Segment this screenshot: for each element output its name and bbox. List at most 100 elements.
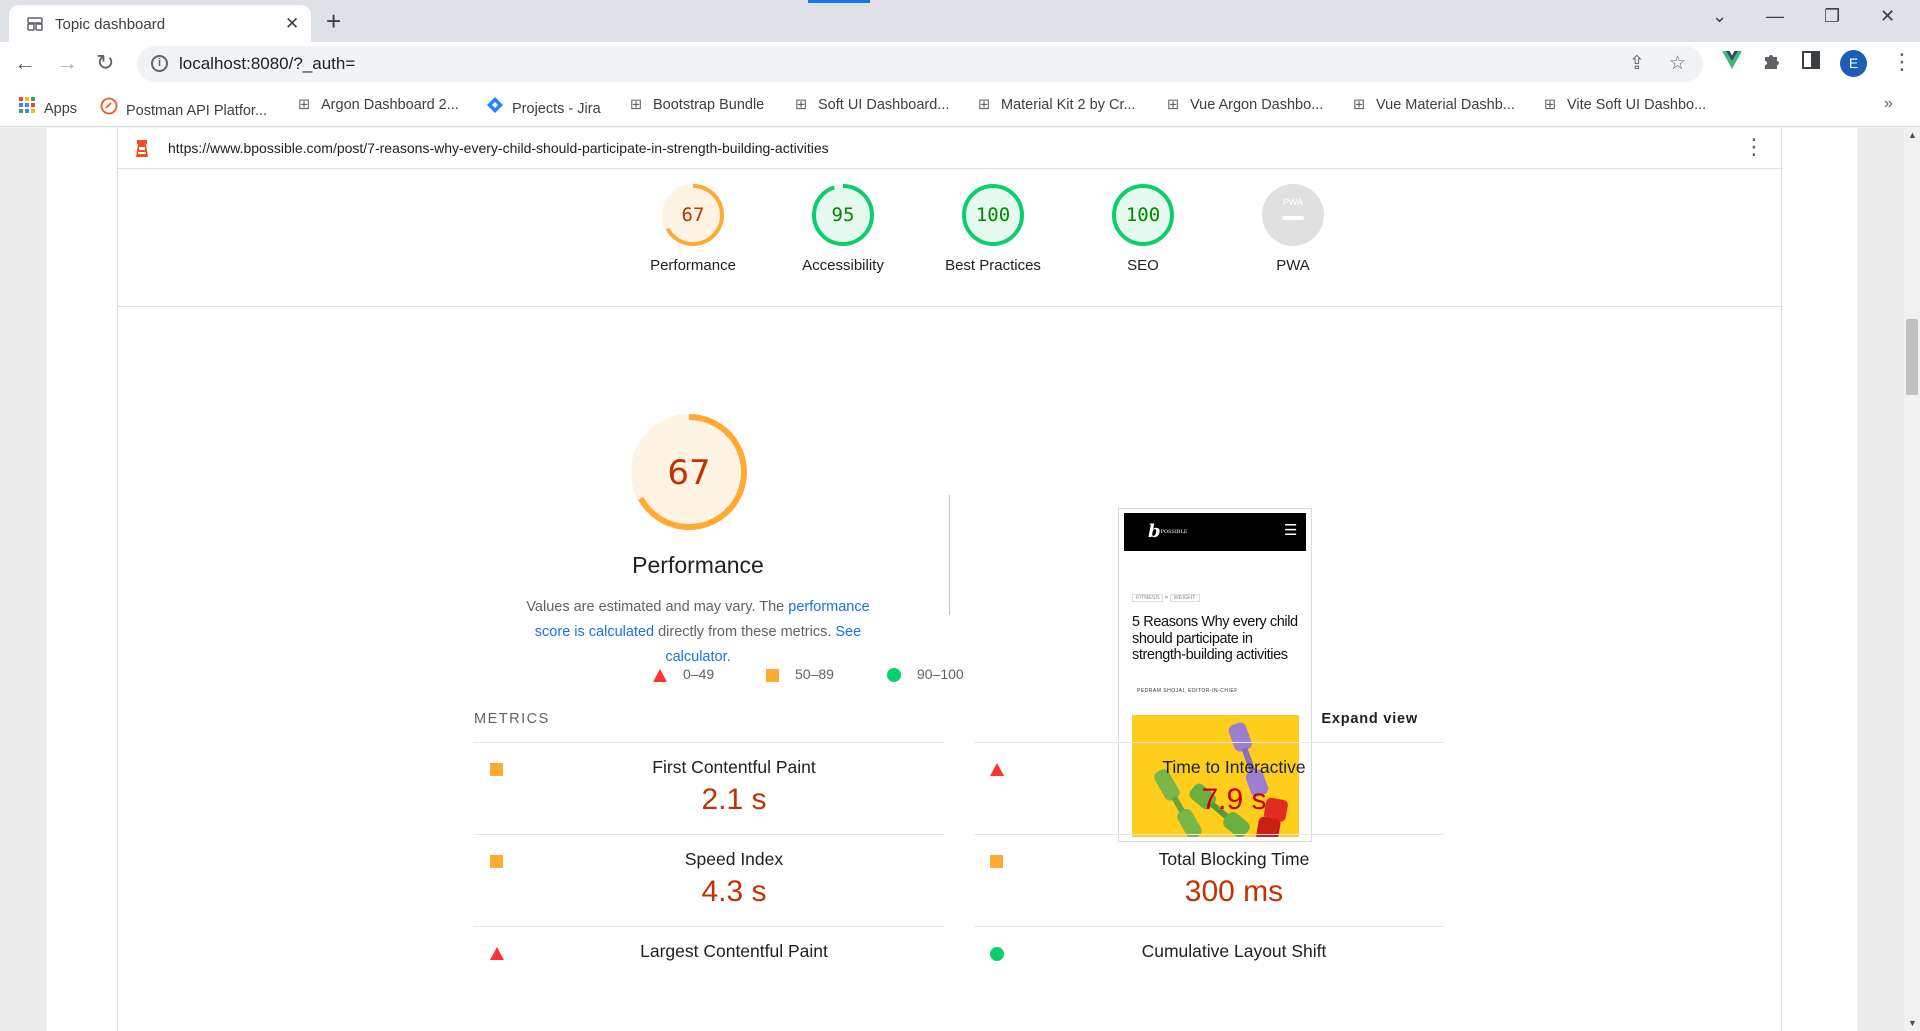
- extensions-puzzle-icon[interactable]: [1762, 51, 1782, 76]
- report-url-bar: https://www.bpossible.com/post/7-reasons…: [118, 128, 1783, 169]
- gauge-seo[interactable]: 100 SEO: [1068, 169, 1218, 274]
- expand-view-toggle[interactable]: Expand view: [1321, 711, 1418, 727]
- performance-section: 67 Performance Values are estimated and …: [118, 308, 1783, 1031]
- fail-triangle-icon: [990, 763, 1004, 776]
- bookmark-label: Postman API Platfor...: [126, 103, 268, 119]
- performance-description: Values are estimated and may vary. The p…: [508, 595, 888, 670]
- scroll-down-arrow-icon[interactable]: ▼: [1908, 1018, 1917, 1028]
- bookmark-label: Vue Material Dashb...: [1376, 97, 1515, 113]
- gauge-label: SEO: [1127, 257, 1159, 274]
- bookmark-material-kit[interactable]: ⊞ Material Kit 2 by Cr...: [975, 97, 1136, 113]
- minimize-icon[interactable]: —: [1766, 6, 1784, 27]
- tab-close-icon[interactable]: ✕: [285, 14, 299, 34]
- scroll-up-arrow-icon[interactable]: ▲: [1908, 130, 1917, 140]
- page-scrollbar[interactable]: ▲ ▼: [1904, 128, 1920, 1031]
- site-info-icon[interactable]: i: [151, 55, 168, 72]
- gauge-score: 67: [682, 204, 705, 226]
- bookmark-label: Projects - Jira: [512, 101, 601, 117]
- metric-value: 7.9 s: [1201, 783, 1267, 816]
- back-arrow-icon[interactable]: ←: [14, 50, 36, 76]
- browser-tab[interactable]: Topic dashboard ✕: [9, 5, 311, 42]
- screenshot-article-title: 5 Reasons Why every child should partici…: [1132, 614, 1298, 663]
- bookmark-label: Vite Soft UI Dashbo...: [1567, 97, 1707, 113]
- restore-icon[interactable]: ❐: [1824, 6, 1840, 27]
- gauge-label: Best Practices: [945, 257, 1041, 274]
- logo-wordmark: POSSIBLE: [1160, 529, 1188, 535]
- audited-page-url[interactable]: https://www.bpossible.com/post/7-reasons…: [168, 140, 829, 156]
- logo-letter: b: [1148, 521, 1161, 542]
- tab-strip: Topic dashboard ✕ + ⌄ — ❐ ✕: [0, 0, 1920, 42]
- bookmark-star-icon[interactable]: ☆: [1669, 52, 1686, 75]
- side-panel-icon[interactable]: [1802, 51, 1820, 74]
- fail-triangle-icon: [653, 668, 667, 682]
- average-square-icon: [490, 763, 503, 776]
- vue-devtools-icon[interactable]: [1722, 51, 1742, 74]
- address-bar[interactable]: i localhost:8080/?_auth= ⇪ ☆: [137, 46, 1703, 82]
- bookmark-vue-material[interactable]: ⊞ Vue Material Dashb...: [1350, 97, 1515, 113]
- gauge-pwa[interactable]: PWA PWA: [1218, 169, 1368, 274]
- metric-lcp: Largest Contentful Paint: [474, 926, 944, 1018]
- browser-menu-icon[interactable]: ⋮: [1891, 49, 1913, 75]
- close-window-icon[interactable]: ✕: [1880, 6, 1895, 27]
- gauge-accessibility[interactable]: 95 Accessibility: [768, 169, 918, 274]
- tab-search-chevron-icon[interactable]: ⌄: [1712, 6, 1727, 27]
- lighthouse-report: https://www.bpossible.com/post/7-reasons…: [117, 128, 1783, 1031]
- gauge-best-practices[interactable]: 100 Best Practices: [918, 169, 1068, 274]
- bookmark-label: Apps: [44, 101, 78, 117]
- bookmark-soft-ui[interactable]: ⊞ Soft UI Dashboard...: [792, 97, 949, 113]
- lighthouse-icon: [133, 138, 151, 163]
- bookmark-argon[interactable]: ⊞ Argon Dashboard 2...: [295, 97, 459, 113]
- tab-title: Topic dashboard: [55, 16, 166, 33]
- screenshot-breadcrumb: FITNESS > WEIGHT: [1132, 594, 1200, 602]
- bookmark-apps[interactable]: Apps: [18, 97, 77, 117]
- bookmark-label: Material Kit 2 by Cr...: [1001, 97, 1136, 113]
- bookmark-label: Vue Argon Dashbo...: [1190, 97, 1324, 113]
- apps-grid-icon: [18, 97, 36, 117]
- pwa-badge-text: PWA: [1283, 197, 1303, 207]
- profile-avatar[interactable]: E: [1840, 50, 1867, 77]
- bookmark-vite-soft-ui[interactable]: ⊞ Vite Soft UI Dashbo...: [1541, 97, 1706, 113]
- pass-circle-icon: [990, 947, 1004, 961]
- legend-range: 90–100: [917, 666, 964, 682]
- site-icon: ⊞: [977, 97, 991, 113]
- metric-value: 4.3 s: [701, 875, 767, 908]
- legend-range: 50–89: [795, 666, 834, 682]
- metric-value: 2.1 s: [701, 783, 767, 816]
- metric-tbt: Total Blocking Time 300 ms: [974, 834, 1444, 926]
- metric-value: 300 ms: [1184, 875, 1284, 908]
- report-menu-icon[interactable]: ⋮: [1743, 134, 1765, 160]
- legend-pass: 90–100: [887, 666, 964, 683]
- site-icon: ⊞: [1543, 97, 1557, 113]
- scrollbar-thumb[interactable]: [1906, 319, 1918, 395]
- gauge-label: Performance: [650, 257, 736, 274]
- fail-triangle-icon: [490, 947, 504, 960]
- screenshot-author: PEDRAM SHOJAI, EDITOR-IN-CHIEF: [1137, 688, 1238, 694]
- pass-circle-icon: [887, 668, 901, 683]
- legend-fail: 0–49: [653, 666, 714, 682]
- new-tab-icon[interactable]: +: [326, 6, 341, 37]
- bookmark-vue-argon[interactable]: ⊞ Vue Argon Dashbo...: [1164, 97, 1323, 113]
- metric-cls: Cumulative Layout Shift: [974, 926, 1444, 1018]
- address-url[interactable]: localhost:8080/?_auth=: [179, 54, 355, 74]
- bookmarks-overflow-icon[interactable]: »: [1884, 95, 1893, 113]
- crumb-item: FITNESS: [1132, 594, 1164, 602]
- site-logo: bPOSSIBLE: [1148, 521, 1187, 542]
- forward-arrow-icon[interactable]: →: [56, 50, 78, 76]
- metric-name: Time to Interactive: [1162, 757, 1306, 777]
- average-square-icon: [990, 855, 1003, 868]
- bookmark-jira[interactable]: Projects - Jira: [486, 97, 601, 117]
- share-icon[interactable]: ⇪: [1629, 52, 1645, 75]
- screenshot-site-header: bPOSSIBLE ☰: [1124, 513, 1306, 551]
- gauge-ring: 67: [631, 414, 747, 530]
- hamburger-menu-icon: ☰: [1284, 522, 1298, 539]
- metric-speed-index: Speed Index 4.3 s: [474, 834, 944, 926]
- gauge-performance[interactable]: 67 Performance: [618, 169, 768, 274]
- bookmark-postman[interactable]: Postman API Platfor...: [100, 97, 267, 119]
- bookmark-label: Bootstrap Bundle: [653, 97, 765, 113]
- performance-title: Performance: [632, 552, 764, 578]
- bookmark-bootstrap[interactable]: ⊞ Bootstrap Bundle: [627, 97, 764, 113]
- description-text: directly from these metrics.: [654, 624, 836, 640]
- pwa-badge-icon: PWA: [1262, 184, 1324, 246]
- category-gauges: 67 Performance 95 Accessibility 100 Best…: [118, 169, 1783, 307]
- reload-icon[interactable]: ↻: [96, 50, 114, 76]
